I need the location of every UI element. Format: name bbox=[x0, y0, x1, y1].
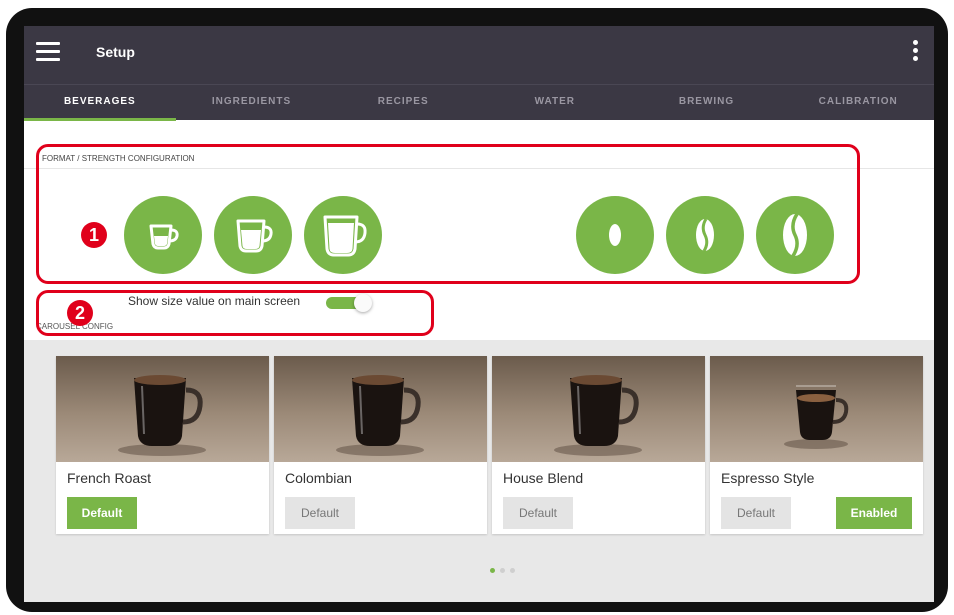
page-dot[interactable] bbox=[510, 568, 515, 573]
beverage-card-house-blend[interactable]: House Blend Default bbox=[492, 356, 705, 534]
espresso-glass-image bbox=[710, 356, 923, 462]
beverage-card-espresso-style[interactable]: Espresso Style Default Enabled bbox=[710, 356, 923, 534]
tab-beverages[interactable]: BEVERAGES bbox=[24, 85, 176, 121]
coffee-mug-image bbox=[492, 356, 705, 462]
tab-calibration[interactable]: CALIBRATION bbox=[782, 85, 934, 120]
default-button[interactable]: Default bbox=[285, 497, 355, 529]
hamburger-menu-icon[interactable] bbox=[36, 42, 60, 62]
annotation-box-2 bbox=[36, 290, 434, 336]
tab-bar: BEVERAGES INGREDIENTS RECIPES WATER BREW… bbox=[24, 84, 934, 121]
beverage-name: French Roast bbox=[67, 470, 152, 486]
beverage-name: House Blend bbox=[503, 470, 584, 486]
annotation-badge-1: 1 bbox=[81, 222, 107, 248]
tab-brewing[interactable]: BREWING bbox=[631, 85, 783, 120]
default-button[interactable]: Default bbox=[503, 497, 573, 529]
app-bar: Setup bbox=[24, 26, 934, 84]
beverage-name: Colombian bbox=[285, 470, 352, 486]
page-title: Setup bbox=[96, 44, 135, 60]
beverage-card-colombian[interactable]: Colombian Default bbox=[274, 356, 487, 534]
kebab-menu-icon[interactable] bbox=[910, 40, 920, 66]
tab-water[interactable]: WATER bbox=[479, 85, 631, 120]
page-dot[interactable] bbox=[490, 568, 495, 573]
annotation-badge-2: 2 bbox=[67, 300, 93, 326]
enabled-button[interactable]: Enabled bbox=[836, 497, 912, 529]
coffee-mug-image bbox=[56, 356, 269, 462]
app-screen: Setup BEVERAGES INGREDIENTS RECIPES WATE… bbox=[24, 26, 934, 602]
coffee-mug-image bbox=[274, 356, 487, 462]
page-dot[interactable] bbox=[500, 568, 505, 573]
tablet-frame: Setup BEVERAGES INGREDIENTS RECIPES WATE… bbox=[6, 8, 948, 612]
tab-recipes[interactable]: RECIPES bbox=[327, 85, 479, 120]
tab-ingredients[interactable]: INGREDIENTS bbox=[176, 85, 328, 120]
beverage-card-french-roast[interactable]: French Roast Default bbox=[56, 356, 269, 534]
default-button[interactable]: Default bbox=[721, 497, 791, 529]
default-button[interactable]: Default bbox=[67, 497, 137, 529]
beverage-name: Espresso Style bbox=[721, 470, 815, 486]
annotation-box-1 bbox=[36, 144, 860, 284]
